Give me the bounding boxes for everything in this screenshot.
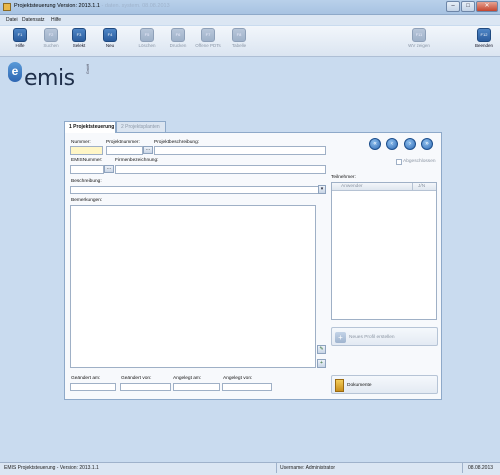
angelegt-von-field[interactable] — [222, 383, 272, 391]
angelegt-von-label: Angelegt von: — [223, 376, 253, 381]
emisnummer-lookup-button[interactable]: ... — [104, 165, 114, 173]
firmenbezeichnung-label: Firmenbezeichnung: — [115, 158, 159, 163]
abgeschlossen-label: Abgeschlossen — [403, 159, 436, 164]
documents-icon — [335, 379, 344, 392]
first-record-button[interactable]: « — [369, 138, 381, 150]
logo-subtext: GmbH — [86, 63, 90, 74]
projektnummer-lookup-button[interactable]: ... — [143, 146, 153, 154]
projektnummer-label: Projektnummer: — [106, 140, 140, 145]
status-separator — [462, 463, 463, 473]
print-button[interactable]: F6 Drucken — [165, 28, 191, 54]
exit-button[interactable]: F12 Beenden — [471, 28, 497, 54]
projektbeschreibung-field[interactable] — [154, 146, 326, 155]
projektbeschreibung-label: Projektbeschreibung: — [154, 140, 200, 145]
close-button[interactable]: ✕ — [476, 1, 498, 12]
print-icon: F6 — [171, 28, 185, 42]
angelegt-am-field[interactable] — [173, 383, 220, 391]
help-button[interactable]: F1 Hilfe — [7, 28, 33, 54]
search-button[interactable]: F2 Suchen — [38, 28, 64, 54]
beschreibung-label: Beschreibung: — [71, 179, 102, 184]
open-pdts-button[interactable]: F7 Offene PDTs — [195, 28, 221, 54]
status-user: Username: Administrator — [280, 465, 336, 471]
bemerkungen-edit-button[interactable]: ✎ — [317, 345, 326, 354]
menu-hilfe[interactable]: Hilfe — [51, 17, 61, 23]
emisnummer-field[interactable] — [70, 165, 104, 174]
tab-projektsplanten[interactable]: 2 Projektsplanten — [116, 121, 166, 132]
teilnehmer-table[interactable] — [331, 182, 437, 320]
first-icon: « — [373, 141, 377, 147]
projektnummer-field[interactable] — [106, 146, 143, 155]
beschreibung-dropdown-button[interactable]: ▾ — [318, 185, 326, 194]
next-record-button[interactable]: › — [404, 138, 416, 150]
column-divider — [412, 183, 413, 190]
new-button[interactable]: F4 Neu — [97, 28, 123, 54]
edit-icon: ✎ — [319, 346, 324, 352]
abgeschlossen-checkbox[interactable] — [396, 159, 402, 165]
app-icon — [3, 3, 11, 11]
teilnehmer-label: Teilnehmer: — [331, 175, 356, 180]
prev-icon: ‹ — [391, 141, 393, 147]
firmenbezeichnung-field[interactable] — [115, 165, 326, 174]
last-icon: » — [425, 141, 429, 147]
column-jn[interactable]: J/N — [418, 184, 425, 189]
maximize-button[interactable]: □ — [461, 1, 475, 12]
geaendert-am-label: Geändert am: — [71, 376, 101, 381]
status-app-version: EMIS Projektsteuerung - Version: 2013.1.… — [4, 465, 99, 471]
column-anwender[interactable]: Anwender — [341, 184, 363, 189]
bemerkungen-add-button[interactable]: + — [317, 359, 326, 368]
new-icon: F4 — [103, 28, 117, 42]
status-separator — [276, 463, 277, 473]
select-button[interactable]: F3 Selekt — [66, 28, 92, 54]
minimize-button[interactable]: – — [446, 1, 460, 12]
dokumente-label: Dokumente — [347, 383, 372, 388]
add-icon: + — [320, 360, 323, 366]
geaendert-von-label: Geändert von: — [121, 376, 152, 381]
bemerkungen-label: Bemerkungen: — [71, 198, 103, 203]
bemerkungen-textarea[interactable] — [70, 205, 316, 368]
select-icon: F3 — [72, 28, 86, 42]
prev-record-button[interactable]: ‹ — [386, 138, 398, 150]
menu-datensatz[interactable]: Datensatz — [22, 17, 45, 23]
nummer-label: Nummer: — [71, 140, 91, 145]
add-profile-icon: + — [335, 332, 346, 343]
help-icon: F1 — [13, 28, 27, 42]
exit-icon: F12 — [477, 28, 491, 42]
beschreibung-select[interactable] — [70, 186, 326, 194]
nummer-field[interactable] — [70, 146, 103, 155]
geaendert-am-field[interactable] — [70, 383, 116, 391]
dokumente-button[interactable]: Dokumente — [331, 375, 438, 394]
wv-button[interactable]: F11 WV zeigen — [406, 28, 432, 54]
menu-datei[interactable]: Datei — [6, 17, 18, 23]
status-date: 08.08.2013 — [468, 465, 494, 471]
neues-profil-label: Neues Profil erstellen — [349, 335, 395, 340]
angelegt-am-label: Angelegt am: — [173, 376, 202, 381]
geaendert-von-field[interactable] — [120, 383, 171, 391]
chevron-down-icon: ▾ — [320, 186, 324, 192]
last-record-button[interactable]: » — [421, 138, 433, 150]
logo-mark: e — [8, 62, 22, 82]
title-bar: Projektsteuerung Version: 2013.1.1 - dat… — [0, 0, 500, 15]
tab-projektsteuerung[interactable]: 1 Projektsteuerung — [64, 121, 116, 133]
emisnummer-label: EMISNummer: — [71, 158, 103, 163]
neues-profil-button[interactable]: + Neues Profil erstellen — [331, 327, 438, 346]
logo-text: emis — [24, 66, 75, 91]
table-button[interactable]: F8 Tabelle — [226, 28, 252, 54]
toolbar: F1 Hilfe F2 Suchen F3 Selekt F4 Neu F5 Lösche… — [0, 26, 500, 57]
search-icon: F2 — [44, 28, 58, 42]
next-icon: › — [409, 141, 411, 147]
delete-button[interactable]: F5 Löschen — [134, 28, 160, 54]
menu-bar: Datei Datensatz Hilfe — [0, 15, 500, 25]
delete-icon: F5 — [140, 28, 154, 42]
table-icon: F8 — [232, 28, 246, 42]
window-title: Projektsteuerung Version: 2013.1.1 - dat… — [14, 3, 170, 9]
wv-icon: F11 — [412, 28, 426, 42]
open-pdts-icon: F7 — [201, 28, 215, 42]
